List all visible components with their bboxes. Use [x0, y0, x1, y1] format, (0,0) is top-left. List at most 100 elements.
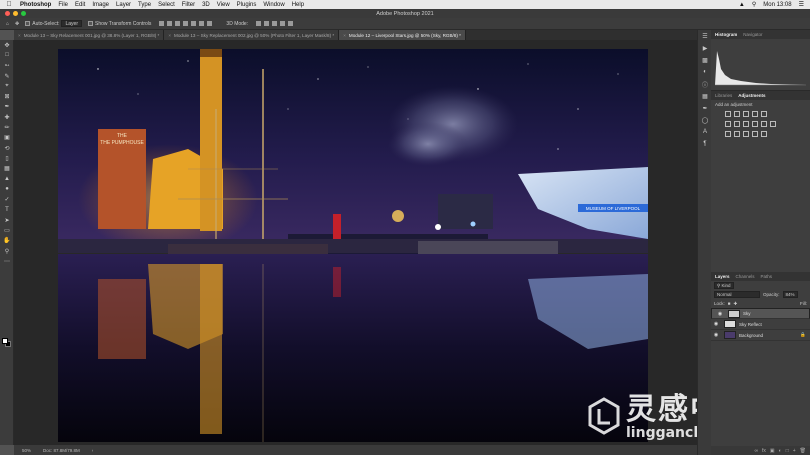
- eye-icon[interactable]: ◉: [711, 321, 721, 327]
- hue-saturation-icon[interactable]: [725, 121, 731, 127]
- blur-tool-icon[interactable]: ▲: [0, 174, 14, 184]
- close-tab-icon[interactable]: ×: [168, 33, 171, 38]
- close-tab-icon[interactable]: ×: [18, 33, 21, 38]
- align-center-icon[interactable]: [167, 21, 173, 26]
- character-panel-icon[interactable]: A: [698, 126, 712, 138]
- move-tool-icon[interactable]: ✥: [15, 21, 19, 27]
- black-white-icon[interactable]: [743, 121, 749, 127]
- photo-filter-icon[interactable]: [752, 121, 758, 127]
- eye-icon[interactable]: ◉: [711, 332, 721, 338]
- align-middle-icon[interactable]: [191, 21, 197, 26]
- align-top-icon[interactable]: [183, 21, 189, 26]
- tab-document-1[interactable]: × Module 13 – Sky Relacement 001.jpg @ 38…: [14, 30, 165, 40]
- info-panel-icon[interactable]: ⓘ: [698, 78, 712, 90]
- add-mask-icon[interactable]: ▣: [770, 448, 775, 454]
- blend-mode-dropdown[interactable]: Normal: [714, 291, 760, 298]
- doc-size[interactable]: Doc: 87.8M/79.8M: [43, 448, 80, 453]
- paragraph-panel-icon[interactable]: ¶: [698, 138, 712, 150]
- opacity-input[interactable]: 84%: [782, 291, 798, 298]
- curves-icon[interactable]: [743, 111, 749, 117]
- fx-icon[interactable]: fx: [762, 448, 766, 454]
- 3d-rotate-icon[interactable]: [256, 21, 262, 26]
- brush-tool-icon[interactable]: ✏: [0, 122, 14, 132]
- close-tab-icon[interactable]: ×: [343, 33, 346, 38]
- new-layer-icon[interactable]: +: [793, 448, 796, 454]
- healing-tool-icon[interactable]: ✚: [0, 112, 14, 122]
- eye-icon[interactable]: ◉: [715, 311, 725, 317]
- canvas-area[interactable]: THE THE PUMPHOUSE MUSEUM OF LIVERPOOL 灵感…: [14, 40, 765, 445]
- tab-document-2[interactable]: × Module 13 – Sky Replacement 002.jpg @ 5…: [164, 30, 340, 40]
- tab-paths[interactable]: Paths: [761, 274, 773, 279]
- stamp-tool-icon[interactable]: ▣: [0, 133, 14, 143]
- menu-select[interactable]: Select: [158, 2, 175, 8]
- brush-panel-icon[interactable]: ✒: [698, 102, 712, 114]
- menu-plugins[interactable]: Plugins: [237, 2, 257, 8]
- quick-select-tool-icon[interactable]: ✎: [0, 71, 14, 81]
- tab-channels[interactable]: Channels: [736, 274, 755, 279]
- eraser-tool-icon[interactable]: ▯: [0, 153, 14, 163]
- posterize-icon[interactable]: [734, 131, 740, 137]
- eyedropper-tool-icon[interactable]: ✒: [0, 102, 14, 112]
- home-icon[interactable]: ⌂: [6, 21, 9, 27]
- align-left-icon[interactable]: [159, 21, 165, 26]
- align-bottom-icon[interactable]: [199, 21, 205, 26]
- status-arrow-icon[interactable]: ›: [92, 448, 94, 453]
- menu-edit[interactable]: Edit: [75, 2, 85, 8]
- layer-row-sky-reflect[interactable]: ◉ Sky Reflect: [711, 319, 810, 330]
- selective-color-icon[interactable]: [761, 131, 767, 137]
- tab-navigator[interactable]: Navigator: [743, 32, 762, 37]
- new-adjustment-icon[interactable]: ◐: [779, 448, 782, 454]
- hand-tool-icon[interactable]: ✋: [0, 236, 14, 246]
- marquee-tool-icon[interactable]: □: [0, 50, 14, 60]
- dodge-tool-icon[interactable]: ●: [0, 184, 14, 194]
- layer-lock-icon[interactable]: 🔒: [800, 332, 806, 338]
- tab-adjustments[interactable]: Adjustments: [738, 93, 765, 98]
- history-panel-icon[interactable]: ☰: [698, 30, 712, 42]
- menu-filter[interactable]: Filter: [182, 2, 195, 8]
- color-lookup-icon[interactable]: [770, 121, 776, 127]
- history-brush-icon[interactable]: ⟲: [0, 143, 14, 153]
- crop-tool-icon[interactable]: ⌖: [0, 81, 14, 91]
- zoom-level[interactable]: 50%: [22, 448, 31, 453]
- menu-3d[interactable]: 3D: [202, 2, 210, 8]
- color-balance-icon[interactable]: [734, 121, 740, 127]
- pen-tool-icon[interactable]: ✓: [0, 194, 14, 204]
- close-window-icon[interactable]: [5, 11, 10, 16]
- tab-layers[interactable]: Layers: [715, 274, 730, 279]
- 3d-scale-icon[interactable]: [288, 21, 294, 26]
- show-transform-checkbox[interactable]: [88, 21, 93, 26]
- menu-view[interactable]: View: [217, 2, 230, 8]
- menu-extras-icon[interactable]: ☰: [799, 1, 804, 8]
- exposure-icon[interactable]: [752, 111, 758, 117]
- path-select-tool-icon[interactable]: ➤: [0, 215, 14, 225]
- play-icon[interactable]: ▶: [698, 42, 712, 54]
- new-group-icon[interactable]: □: [786, 448, 789, 454]
- auto-select-checkbox[interactable]: [25, 21, 31, 26]
- 3d-pan-icon[interactable]: [272, 21, 278, 26]
- zoom-window-icon[interactable]: [21, 11, 26, 16]
- lock-position-icon[interactable]: ✚: [733, 301, 737, 307]
- menu-type[interactable]: Type: [138, 2, 151, 8]
- foreground-color-swatch[interactable]: [2, 338, 8, 344]
- shape-tool-icon[interactable]: ▭: [0, 225, 14, 235]
- align-right-icon[interactable]: [175, 21, 181, 26]
- color-panel-icon[interactable]: ◐: [698, 66, 712, 78]
- gradient-map-icon[interactable]: [752, 131, 758, 137]
- 3d-slide-icon[interactable]: [280, 21, 286, 26]
- tab-libraries[interactable]: Libraries: [715, 93, 732, 98]
- layer-row-sky[interactable]: ◉ Sky: [711, 308, 810, 319]
- distribute-icon[interactable]: [207, 21, 213, 26]
- auto-select-dropdown[interactable]: Layer: [61, 20, 82, 27]
- layer-row-background[interactable]: ◉ Background 🔒: [711, 330, 810, 341]
- frame-tool-icon[interactable]: ⊠: [0, 91, 14, 101]
- 3d-roll-icon[interactable]: [264, 21, 270, 26]
- minimize-window-icon[interactable]: [13, 11, 18, 16]
- kind-filter-dropdown[interactable]: ⚲ Kind: [714, 282, 734, 289]
- menu-layer[interactable]: Layer: [116, 2, 131, 8]
- menu-help[interactable]: Help: [292, 2, 304, 8]
- clone-source-icon[interactable]: ◯: [698, 114, 712, 126]
- levels-icon[interactable]: [734, 111, 740, 117]
- lock-icon[interactable]: ■: [728, 301, 731, 306]
- gradient-tool-icon[interactable]: ▦: [0, 164, 14, 174]
- threshold-icon[interactable]: [743, 131, 749, 137]
